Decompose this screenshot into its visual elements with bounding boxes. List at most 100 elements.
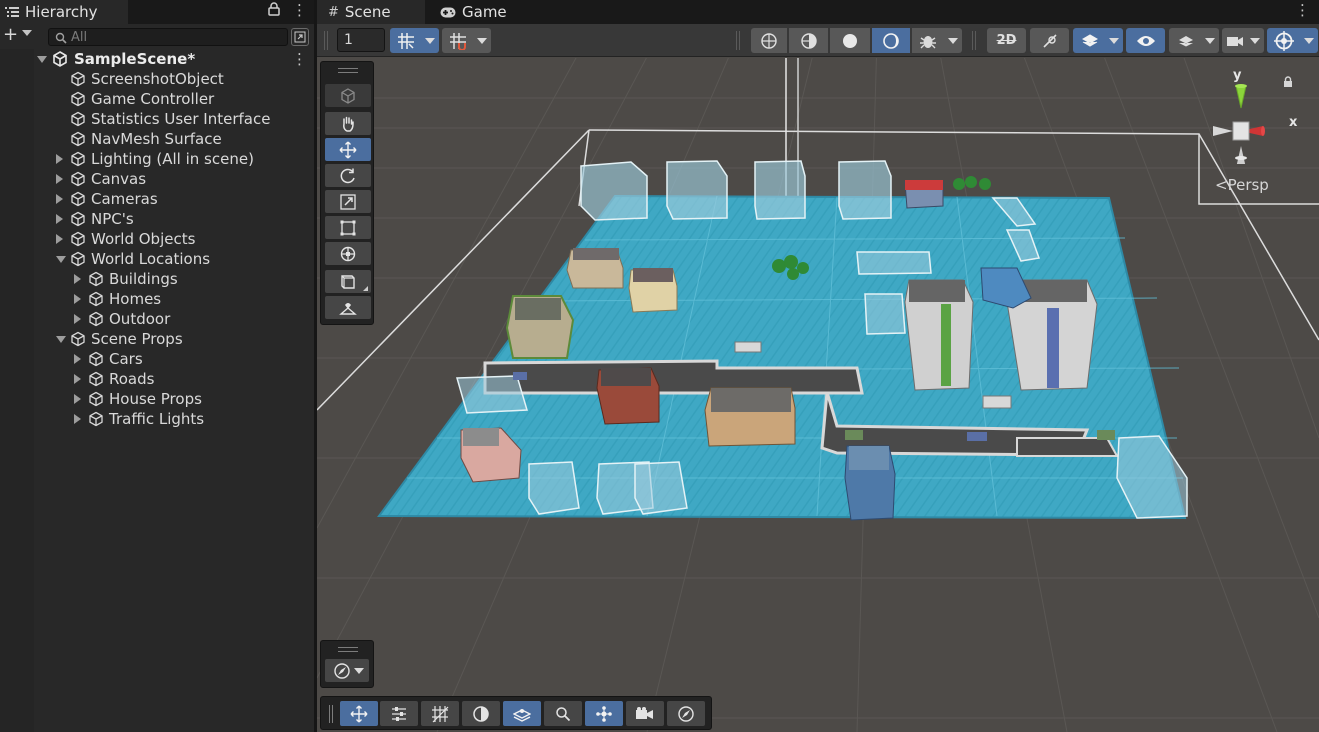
kebab-menu-icon[interactable]: ⋮ <box>292 1 307 19</box>
hierarchy-item[interactable]: Scene Props <box>0 329 314 349</box>
hierarchy-item[interactable]: NPC's <box>0 209 314 229</box>
navmesh-tool-button[interactable] <box>325 296 371 319</box>
tab-game[interactable]: Game <box>429 0 539 24</box>
hierarchy-item[interactable]: Buildings <box>0 269 314 289</box>
scale-tool-button[interactable] <box>325 190 371 213</box>
grid-size-field[interactable]: 1 <box>337 28 385 52</box>
hierarchy-item[interactable]: Statistics User Interface <box>0 109 314 129</box>
pivot-panel-button[interactable] <box>585 701 623 726</box>
camera-dropdown-caret-icon[interactable] <box>1246 28 1264 53</box>
hierarchy-item[interactable]: Cameras <box>0 189 314 209</box>
snapping-dropdown-caret-icon[interactable] <box>473 28 491 53</box>
gameobject-cube-icon <box>70 211 86 227</box>
tab-scene[interactable]: # Scene <box>317 0 425 24</box>
hierarchy-item[interactable]: Canvas <box>0 169 314 189</box>
unlit-shading-button[interactable] <box>872 28 910 53</box>
gizmos-dropdown-caret-icon[interactable] <box>1300 28 1318 53</box>
hierarchy-item[interactable]: Homes <box>0 289 314 309</box>
tool-settings-button[interactable] <box>340 701 378 726</box>
wireframe-shading-button[interactable] <box>751 28 787 53</box>
transform-tool-button[interactable] <box>325 242 371 265</box>
hierarchy-item[interactable]: Roads <box>0 369 314 389</box>
collapse-arrow-icon[interactable] <box>56 194 63 204</box>
scene-render[interactable] <box>317 58 1319 732</box>
grid-snapping-button[interactable] <box>442 28 474 53</box>
overlay-grip-handle[interactable] <box>338 68 358 73</box>
scene-effects-button[interactable] <box>1073 28 1106 53</box>
debug-draw-mode-button[interactable] <box>912 28 944 53</box>
rotate-tool-button[interactable] <box>325 164 371 187</box>
camera-panel-button[interactable] <box>626 701 664 726</box>
lighting-toggle-button[interactable] <box>1030 28 1069 53</box>
projection-toggle[interactable]: <Persp <box>1215 176 1269 194</box>
add-icon[interactable]: + <box>3 25 18 45</box>
shaded-button[interactable] <box>830 28 870 53</box>
custom-tool-button[interactable] <box>325 270 371 293</box>
grid-settings-button[interactable] <box>421 701 459 726</box>
scene-visibility-button[interactable] <box>1126 28 1165 53</box>
orientation-dropdown-caret-icon[interactable] <box>354 668 364 674</box>
orientation-button[interactable] <box>325 659 369 682</box>
collapse-arrow-icon[interactable] <box>74 414 81 424</box>
orientation-panel-button[interactable] <box>667 701 705 726</box>
camera-settings-button[interactable] <box>1222 28 1247 53</box>
bug-icon <box>920 35 936 48</box>
collapse-arrow-icon[interactable] <box>56 174 63 184</box>
shaded-wireframe-button[interactable] <box>789 28 828 53</box>
lock-icon[interactable] <box>268 2 280 16</box>
scene-viewport[interactable]: y x <Persp <box>317 58 1319 732</box>
scene-picking-icon[interactable] <box>291 28 309 46</box>
layers-dropdown-caret-icon[interactable] <box>1201 28 1219 53</box>
hand-tool-button[interactable] <box>325 112 371 135</box>
view-tool-button[interactable] <box>325 84 371 107</box>
collapse-arrow-icon[interactable] <box>56 234 63 244</box>
hierarchy-item[interactable]: Cars <box>0 349 314 369</box>
hierarchy-item[interactable]: World Locations <box>0 249 314 269</box>
grid-snapping-panel-button[interactable] <box>380 701 418 726</box>
scene-root-row[interactable]: SampleScene* ⋮ <box>0 49 314 69</box>
toolbar-grip-handle[interactable] <box>324 31 328 50</box>
collapse-arrow-icon[interactable] <box>74 274 81 284</box>
gizmo-lock-icon[interactable] <box>1283 76 1293 88</box>
hierarchy-tab[interactable]: Hierarchy <box>0 0 128 24</box>
2d-view-toggle-button[interactable]: 2D <box>987 28 1026 53</box>
rect-tool-button[interactable] <box>325 216 371 239</box>
collapse-arrow-icon[interactable] <box>74 374 81 384</box>
collapse-arrow-icon[interactable] <box>56 214 63 224</box>
hierarchy-item[interactable]: Traffic Lights <box>0 409 314 429</box>
collapse-arrow-icon[interactable] <box>74 354 81 364</box>
overlay-grip-handle[interactable] <box>329 705 333 723</box>
expand-arrow-icon[interactable] <box>37 56 47 63</box>
effects-dropdown-caret-icon[interactable] <box>1105 28 1123 53</box>
expand-arrow-icon[interactable] <box>56 336 66 343</box>
layers-button[interactable] <box>1169 28 1202 53</box>
hierarchy-item[interactable]: House Props <box>0 389 314 409</box>
move-tool-button[interactable] <box>325 138 371 161</box>
search-panel-button[interactable] <box>544 701 582 726</box>
scene-kebab-menu-icon[interactable]: ⋮ <box>1295 1 1310 19</box>
collapse-arrow-icon[interactable] <box>74 294 81 304</box>
hierarchy-item[interactable]: ScreenshotObject <box>0 69 314 89</box>
lighting-panel-button[interactable] <box>462 701 500 726</box>
expand-arrow-icon[interactable] <box>56 256 66 263</box>
scene-kebab-menu-icon[interactable]: ⋮ <box>292 49 307 69</box>
hierarchy-search-input[interactable] <box>71 29 283 45</box>
transform-icon <box>340 246 356 261</box>
hierarchy-item[interactable]: Game Controller <box>0 89 314 109</box>
hierarchy-item[interactable]: World Objects <box>0 229 314 249</box>
grid-dropdown-caret-icon[interactable] <box>421 28 439 53</box>
layers-panel-button[interactable] <box>503 701 541 726</box>
collapse-arrow-icon[interactable] <box>74 394 81 404</box>
gizmos-button[interactable] <box>1267 28 1301 53</box>
collapse-arrow-icon[interactable] <box>56 154 63 164</box>
draw-mode-dropdown-caret-icon[interactable] <box>944 28 962 53</box>
toolbar-grip-handle[interactable] <box>972 31 976 50</box>
toolbar-grip-handle[interactable] <box>736 31 740 50</box>
overlay-grip-handle[interactable] <box>338 647 358 652</box>
grid-visibility-button[interactable] <box>390 28 422 53</box>
add-dropdown-caret-icon[interactable] <box>22 30 32 36</box>
hierarchy-item[interactable]: NavMesh Surface <box>0 129 314 149</box>
hierarchy-item[interactable]: Outdoor <box>0 309 314 329</box>
hierarchy-item[interactable]: Lighting (All in scene) <box>0 149 314 169</box>
collapse-arrow-icon[interactable] <box>74 314 81 324</box>
